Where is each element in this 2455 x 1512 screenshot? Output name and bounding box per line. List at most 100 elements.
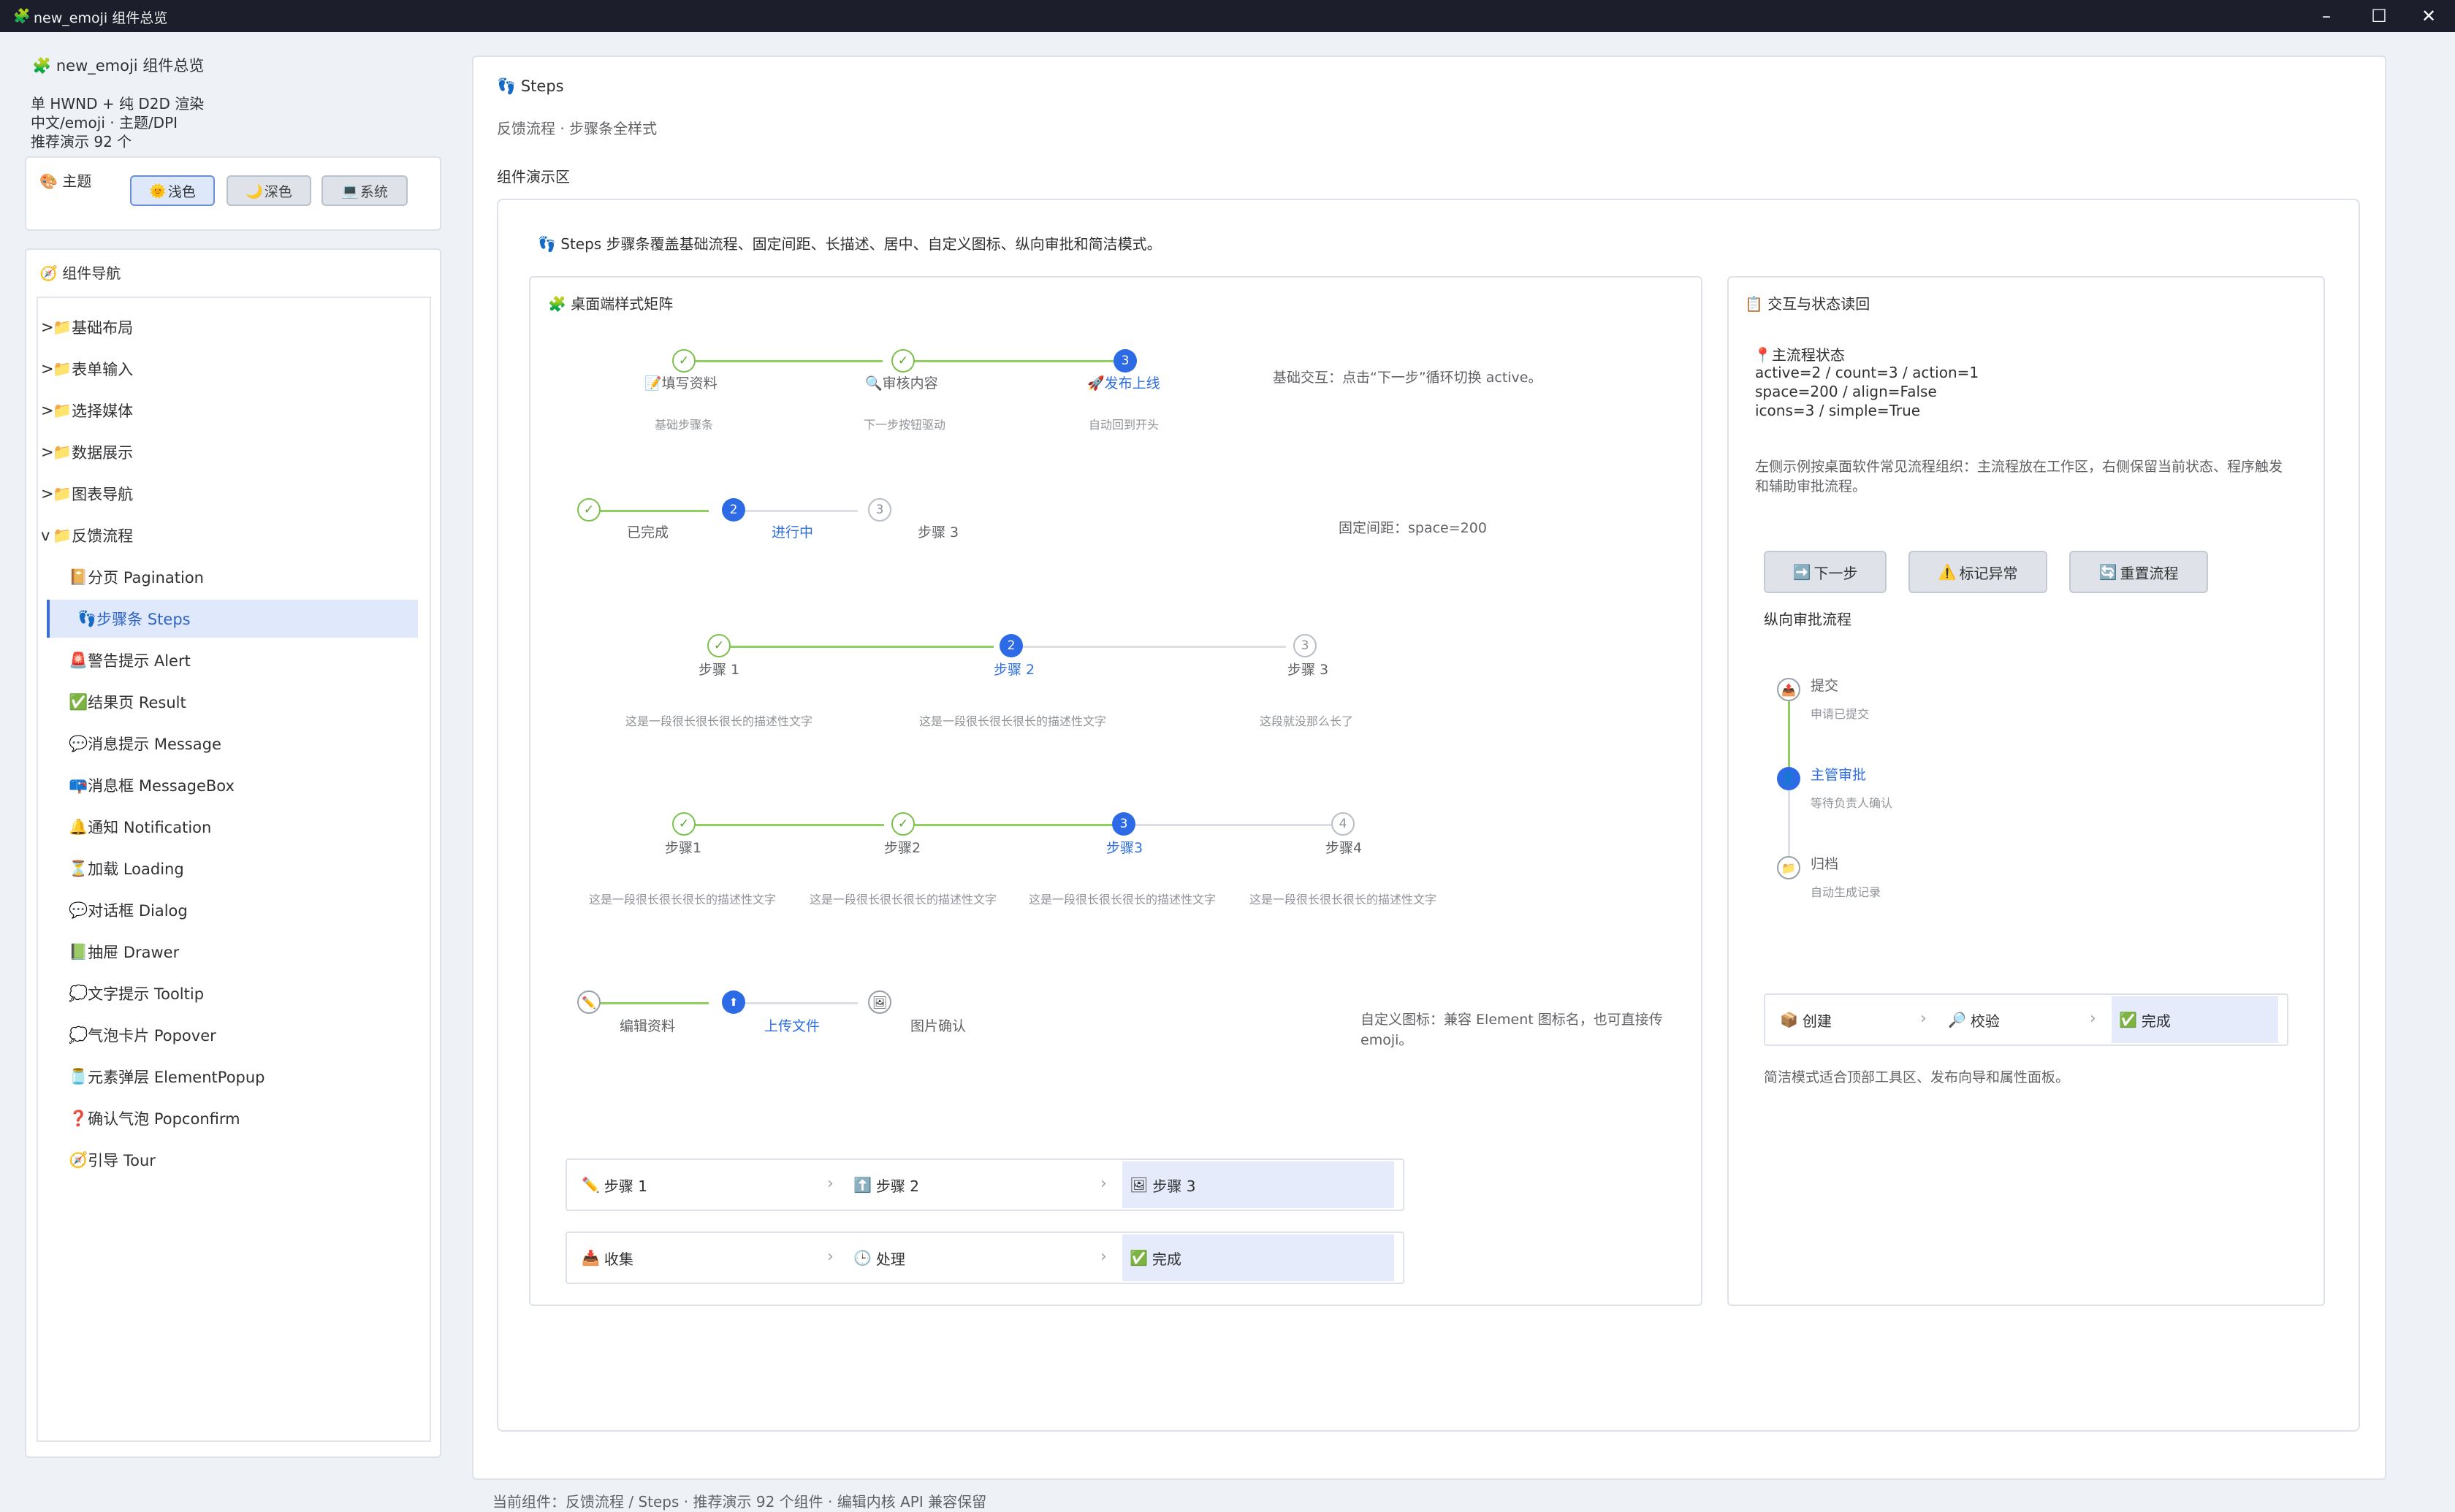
- nav-item[interactable]: 📔 分页 Pagination: [41, 558, 418, 596]
- style-matrix-title: 🧩 桌面端样式矩阵: [548, 295, 674, 313]
- nav-item[interactable]: 🚨 警告提示 Alert: [41, 641, 418, 679]
- next-step-button[interactable]: ➡️ 下一步: [1764, 551, 1887, 593]
- theme-dark-button[interactable]: 🌙 深色: [227, 175, 311, 206]
- step-desc: 这是一段很长很长很长的描述性文字: [1249, 893, 1437, 906]
- tree-toggle: >: [41, 443, 54, 461]
- nav-item-icon: 👣: [77, 609, 97, 627]
- nav-title: 🧭 组件导航: [39, 264, 121, 282]
- sidebar-info-2: 中文/emoji · 主题/DPI: [31, 114, 178, 131]
- rocket-icon: 🚀: [1087, 375, 1105, 392]
- simple-step-active[interactable]: ✅ 完成: [1122, 1234, 1394, 1281]
- nav-item-icon: 📁: [53, 484, 72, 503]
- nav-item[interactable]: 🫙 元素弹层 ElementPopup: [41, 1058, 418, 1096]
- upload-icon: ⬆: [722, 990, 745, 1014]
- step-done-check: ✓: [577, 498, 601, 522]
- nav-item-icon: ⏳: [69, 859, 88, 877]
- simple-step[interactable]: ⬆️ 步骤 2: [853, 1161, 919, 1208]
- clipboard-icon: 📋: [1745, 295, 1763, 313]
- status-title: 📍主流程状态: [1754, 346, 1845, 364]
- arrow-right-icon: ➡️: [1792, 563, 1811, 581]
- step-done-check: ✓: [891, 349, 915, 373]
- simple-step-active[interactable]: ✅ 完成: [2112, 996, 2278, 1043]
- nav-item[interactable]: 💬 消息提示 Message: [41, 725, 418, 763]
- nav-item-label: 加载 Loading: [88, 860, 184, 878]
- nav-item-label: 引导 Tour: [88, 1152, 156, 1169]
- step-title: 步骤4: [1325, 840, 1363, 856]
- nav-item[interactable]: 🧭 引导 Tour: [41, 1141, 418, 1179]
- nav-item-icon: 🚨: [69, 651, 88, 669]
- simple-step[interactable]: 📦 创建: [1780, 996, 1832, 1043]
- magnifier-icon: 🔍: [865, 375, 883, 392]
- reset-flow-button[interactable]: 🔄 重置流程: [2069, 551, 2208, 593]
- nav-item[interactable]: ❓ 确认气泡 Popconfirm: [41, 1099, 418, 1137]
- nav-item-icon: 💭: [69, 1026, 88, 1044]
- nav-item[interactable]: > 📁 数据展示: [41, 433, 418, 471]
- nav-item-icon: 📁: [53, 526, 72, 544]
- nav-item-label: 警告提示 Alert: [88, 652, 191, 670]
- sidebar-info-1: 单 HWND + 纯 D2D 渲染: [31, 95, 205, 112]
- nav-item[interactable]: v 📁 反馈流程: [41, 516, 418, 554]
- row5-note: 自定义图标：兼容 Element 图标名，也可直接传 emoji。: [1360, 1012, 1663, 1048]
- vstep-desc: 申请已提交: [1811, 707, 1870, 721]
- status-line: active=2 / count=3 / action=1: [1755, 364, 1979, 381]
- step-title-active: 上传文件: [764, 1018, 821, 1034]
- nav-item[interactable]: 🔔 通知 Notification: [41, 808, 418, 846]
- step-title: 📝填写资料: [644, 375, 718, 392]
- step-title: 步骤 3: [1287, 662, 1329, 678]
- step-title: 步骤1: [665, 840, 702, 856]
- nav-item[interactable]: > 📁 基础布局: [41, 308, 418, 346]
- footprints-icon: 👣: [538, 235, 556, 253]
- mark-error-button[interactable]: ⚠️ 标记异常: [1908, 551, 2047, 593]
- window-title: new_emoji 组件总览: [34, 10, 168, 26]
- nav-item[interactable]: ✅ 结果页 Result: [41, 683, 418, 721]
- warning-icon: ⚠️: [1938, 563, 1957, 581]
- minimize-button[interactable]: –: [2313, 4, 2340, 28]
- step-desc: 基础步骤条: [655, 418, 714, 432]
- nav-item-icon: 💭: [69, 984, 88, 1002]
- pencil-icon: ✏️: [577, 990, 601, 1014]
- nav-item[interactable]: 📪 消息框 MessageBox: [41, 766, 418, 804]
- nav-item-icon: 💬: [69, 734, 88, 752]
- app-icon: 🧩: [13, 8, 31, 24]
- nav-item[interactable]: 👣 步骤条 Steps: [47, 600, 418, 638]
- simple-step[interactable]: ✏️ 步骤 1: [582, 1161, 647, 1208]
- theme-system-button[interactable]: 💻 系统: [321, 175, 408, 206]
- chevron-right-icon: ›: [827, 1248, 834, 1266]
- nav-item-label: 表单输入: [72, 361, 134, 378]
- nav-item[interactable]: > 📁 选择媒体: [41, 392, 418, 429]
- step-title: 步骤 1: [699, 662, 740, 678]
- nav-item[interactable]: 💭 文字提示 Tooltip: [41, 974, 418, 1012]
- nav-item-label: 基础布局: [72, 319, 134, 337]
- sun-icon: 🌞: [149, 183, 167, 199]
- nav-item[interactable]: 💬 对话框 Dialog: [41, 891, 418, 929]
- nav-item[interactable]: ⏳ 加载 Loading: [41, 849, 418, 887]
- vstep-title-active: 主管审批: [1811, 767, 1867, 783]
- nav-tree[interactable]: > 📁 基础布局 > 📁 表单输入 > 📁 选择媒体 > 📁 数据展示 > 📁 图表导航 v 📁 反馈流程 📔 分页 …: [37, 297, 431, 1442]
- tree-toggle: >: [41, 402, 54, 419]
- nav-item[interactable]: > 📁 表单输入: [41, 350, 418, 388]
- package-icon: 📦: [1780, 1011, 1798, 1028]
- nav-item-icon: 🫙: [69, 1067, 88, 1085]
- nav-item-label: 通知 Notification: [88, 819, 212, 836]
- simple-step[interactable]: 📥 收集: [582, 1234, 633, 1281]
- nav-item-label: 图表导航: [72, 486, 134, 503]
- nav-item-icon: 🧭: [69, 1150, 88, 1169]
- nav-item[interactable]: > 📁 图表导航: [41, 475, 418, 513]
- simple-step[interactable]: 🕒 处理: [853, 1234, 905, 1281]
- nav-item[interactable]: 📗 抽屉 Drawer: [41, 933, 418, 971]
- upload-icon: ⬆️: [853, 1176, 872, 1194]
- tree-toggle: >: [41, 318, 54, 336]
- user-icon: 👤: [1777, 767, 1800, 790]
- nav-item-icon: 💬: [69, 901, 88, 919]
- nav-item-label: 元素弹层 ElementPopup: [88, 1069, 265, 1086]
- nav-item-label: 文字提示 Tooltip: [88, 985, 205, 1003]
- maximize-button[interactable]: ☐: [2366, 4, 2392, 28]
- check-icon: ✅: [2119, 1011, 2137, 1028]
- nav-item-label: 反馈流程: [72, 527, 134, 545]
- theme-light-button[interactable]: 🌞 浅色: [130, 175, 215, 206]
- simple-step-active[interactable]: 🖼 步骤 3: [1122, 1161, 1394, 1208]
- close-button[interactable]: ✕: [2416, 4, 2442, 28]
- nav-item[interactable]: 💭 气泡卡片 Popover: [41, 1016, 418, 1054]
- simple-step[interactable]: 🔎 校验: [1948, 996, 2000, 1043]
- page-subtitle: 反馈流程 · 步骤条全样式: [497, 120, 658, 137]
